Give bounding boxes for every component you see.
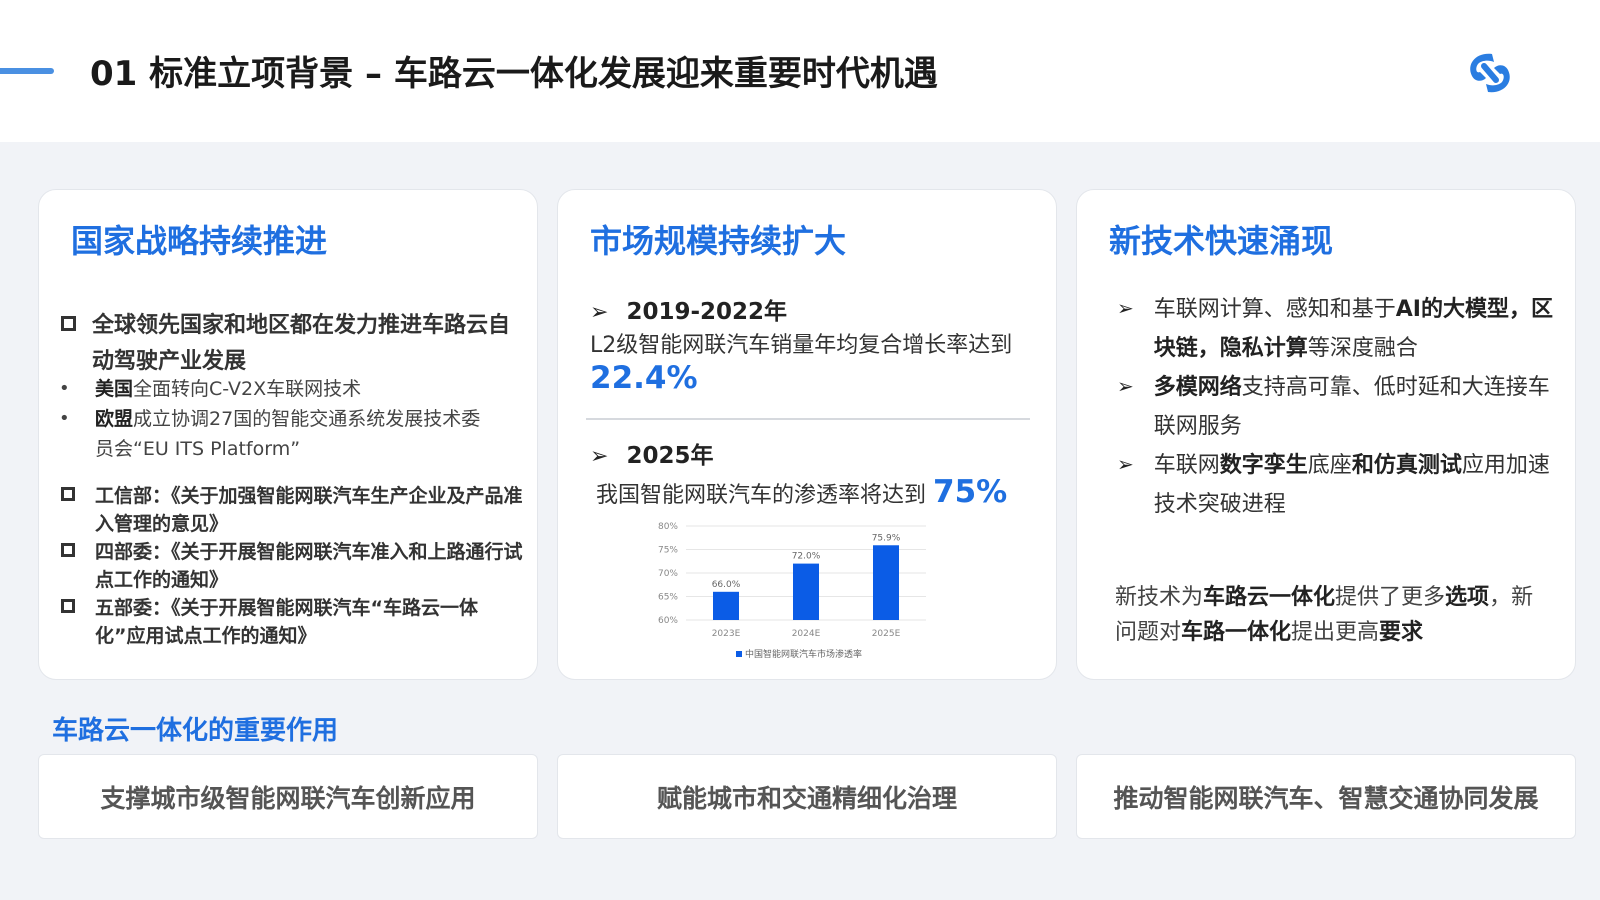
bullet-text: 全面转向C-V2X车联网技术 [133, 378, 362, 400]
y-tick-label: 80% [658, 522, 678, 532]
bullet-eu: • 欧盟成立协调27国的智能交通系统发展技术委员会“EU ITS Platform… [59, 404, 495, 464]
bullet-bold: 美国 [95, 378, 134, 400]
x-tick-label: 2023E [712, 629, 741, 639]
y-tick-label: 60% [658, 616, 678, 626]
arrow-icon: ➢ [1117, 374, 1134, 398]
tech-summary: 新技术为车路云一体化提供了更多选项，新问题对车路一体化提出更高要求 [1115, 585, 1534, 645]
card-market-scale: 市场规模持续扩大 ➢ 2019-2022年 L2级智能网联汽车销量年均复合增长率达… [557, 189, 1057, 680]
divider [586, 418, 1030, 420]
body-text: 我国智能网联汽车的渗透率将达到 [596, 483, 927, 508]
bullet-text: 成立协调27国的智能交通系统发展技术委员会“EU ITS Platform” [95, 408, 481, 460]
tech-item-text: 车联网数字孪生底座和仿真测试应用加速技术突破进程 [1153, 453, 1550, 517]
data-label: 75.9% [872, 533, 901, 543]
data-label: 66.0% [712, 580, 741, 590]
role-text: 赋能城市和交通精细化治理 [656, 783, 957, 813]
role-text: 推动智能网联汽车、智慧交通协同发展 [1113, 783, 1539, 813]
main-point-text: 全球领先国家和地区都在发力推进车路云自动驾驶产业发展 [92, 313, 511, 374]
bar [793, 563, 819, 620]
card-title: 市场规模持续扩大 [590, 222, 847, 260]
item1-body: L2级智能网联汽车销量年均复合增长率达到 22.4% [590, 330, 1020, 398]
bullet-dot-icon: • [59, 378, 70, 399]
header: 01 标准立项背景 – 车路云一体化发展迎来重要时代机遇 [0, 0, 1600, 142]
tech-item: ➢ 车联网计算、感知和基于AI的大模型，区块链，隐私计算等深度融合 [1117, 290, 1567, 368]
y-tick-label: 65% [658, 593, 678, 603]
role-box: 赋能城市和交通精细化治理 [557, 754, 1057, 839]
bullet-usa: • 美国全面转向C-V2X车联网技术 [59, 374, 505, 404]
arrow-icon: ➢ [1117, 296, 1134, 320]
accent-bar [0, 68, 54, 74]
policy-text: 工信部：《关于加强智能网联汽车生产企业及产品准入管理的意见》 [95, 485, 523, 535]
policy-text: 四部委：《关于开展智能网联汽车准入和上路通行试点工作的通知》 [95, 541, 523, 591]
tech-item: ➢ 车联网数字孪生底座和仿真测试应用加速技术突破进程 [1117, 446, 1567, 524]
x-tick-label: 2025E [872, 629, 901, 639]
item2-body: 我国智能网联汽车的渗透率将达到 75% [596, 476, 1007, 512]
checkbox-square-icon [61, 316, 76, 331]
heading-text: 2019-2022年 [626, 299, 788, 325]
arrow-icon: ➢ [590, 444, 609, 469]
policy-text: 五部委：《关于开展智能网联汽车“车路云一体化”应用试点工作的通知》 [95, 597, 478, 647]
heading-text: 2025年 [626, 443, 714, 469]
growth-value: 22.4% [590, 360, 698, 396]
bar [713, 591, 739, 620]
main-point: 全球领先国家和地区都在发力推进车路云自动驾驶产业发展 [61, 308, 511, 380]
body-text: L2级智能网联汽车销量年均复合增长率达到 [590, 333, 1013, 358]
checkbox-square-icon [61, 599, 75, 613]
legend-label: 中国智能网联汽车市场渗透率 [745, 648, 862, 660]
policy-item: 五部委：《关于开展智能网联汽车“车路云一体化”应用试点工作的通知》 [61, 594, 523, 650]
checkbox-square-icon [61, 487, 75, 501]
item1-heading: ➢ 2019-2022年 [590, 292, 787, 326]
tech-item: ➢ 多模网络支持高可靠、低时延和大连接车联网服务 [1117, 368, 1567, 446]
tech-item-text: 多模网络支持高可靠、低时延和大连接车联网服务 [1153, 375, 1550, 439]
tech-item-text: 车联网计算、感知和基于AI的大模型，区块链，隐私计算等深度融合 [1153, 297, 1554, 361]
bullet-bold: 欧盟 [95, 408, 134, 430]
card-national-strategy: 国家战略持续推进 全球领先国家和地区都在发力推进车路云自动驾驶产业发展 • 美国全… [38, 189, 538, 680]
arrow-icon: ➢ [590, 300, 609, 325]
card-new-tech: 新技术快速涌现 ➢ 车联网计算、感知和基于AI的大模型，区块链，隐私计算等深度融… [1076, 189, 1576, 680]
card-title: 新技术快速涌现 [1109, 222, 1334, 260]
penetration-chart: 80% 75% 70% 65% 60% 66.0% 2023E 72.0% 2024E 75.9%… [658, 522, 926, 660]
logo-icon [1470, 53, 1510, 93]
penetration-value: 75% [933, 474, 1008, 510]
y-tick-label: 70% [658, 569, 678, 579]
role-box: 推动智能网联汽车、智慧交通协同发展 [1076, 754, 1576, 839]
arrow-icon: ➢ [1117, 452, 1134, 476]
section-title: 车路云一体化的重要作用 [52, 716, 339, 746]
role-text: 支撑城市级智能网联汽车创新应用 [100, 783, 476, 813]
bar [873, 545, 899, 620]
legend-swatch [736, 651, 742, 657]
page-title: 01 标准立项背景 – 车路云一体化发展迎来重要时代机遇 [90, 54, 938, 94]
bullet-dot-icon: • [59, 408, 70, 429]
y-tick-label: 75% [658, 546, 678, 556]
policy-item: 四部委：《关于开展智能网联汽车准入和上路通行试点工作的通知》 [61, 538, 523, 594]
data-label: 72.0% [792, 552, 821, 562]
policy-item: 工信部：《关于加强智能网联汽车生产企业及产品准入管理的意见》 [61, 482, 523, 538]
card-title: 国家战略持续推进 [71, 222, 328, 260]
role-box: 支撑城市级智能网联汽车创新应用 [38, 754, 538, 839]
item2-heading: ➢ 2025年 [590, 436, 713, 470]
checkbox-square-icon [61, 543, 75, 557]
x-tick-label: 2024E [792, 629, 821, 639]
